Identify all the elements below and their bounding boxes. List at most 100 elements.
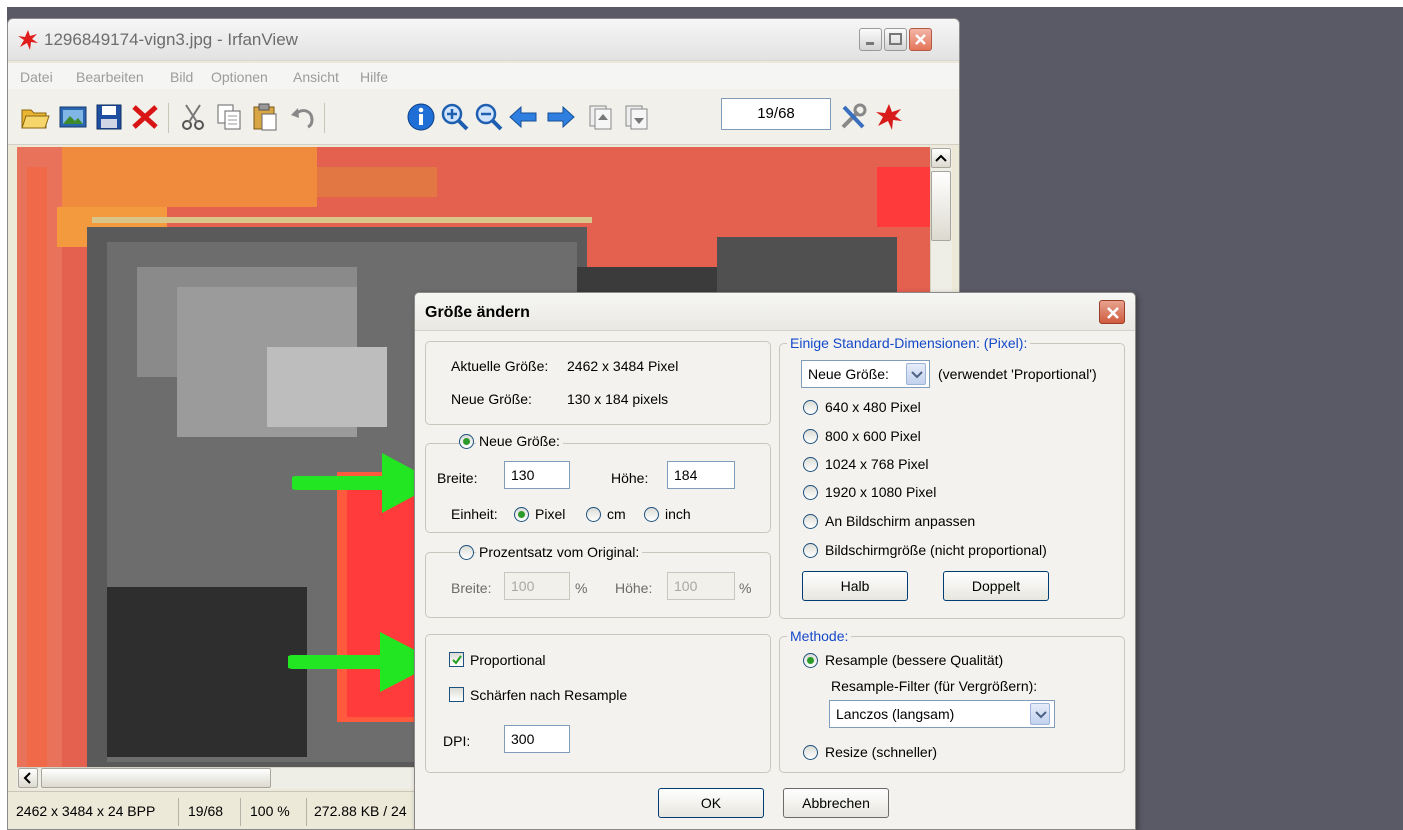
sharpen-checkbox[interactable]	[449, 687, 464, 702]
menu-hilfe[interactable]: Hilfe	[360, 69, 388, 85]
ok-button[interactable]: OK	[658, 788, 764, 818]
std-800-radio[interactable]	[803, 429, 818, 444]
menu-bar: Datei Bearbeiten Bild Optionen Ansicht H…	[8, 63, 959, 89]
resample-label: Resample (bessere Qualität)	[825, 652, 1004, 668]
current-size-label: Aktuelle Größe:	[451, 358, 549, 374]
standard-size-select-value: Neue Größe:	[808, 366, 889, 382]
status-dimensions: 2462 x 3484 x 24 BPP	[16, 803, 156, 819]
status-zoom: 100 %	[250, 803, 290, 819]
current-size-value: 2462 x 3484 Pixel	[567, 358, 679, 374]
dpi-input[interactable]: 300	[504, 725, 570, 753]
vertical-scroll-thumb[interactable]	[931, 171, 951, 241]
next-arrow-icon[interactable]	[546, 102, 576, 132]
std-1024-label: 1024 x 768 Pixel	[825, 456, 929, 472]
half-button[interactable]: Halb	[802, 571, 908, 601]
resample-filter-dropdown-button[interactable]	[1030, 703, 1050, 725]
save-icon[interactable]	[94, 102, 124, 132]
width-input[interactable]: 130	[504, 461, 570, 489]
proportional-label: Proportional	[470, 652, 546, 668]
status-divider	[306, 798, 307, 826]
new-size-radio[interactable]	[459, 434, 474, 449]
width-label: Breite:	[437, 470, 478, 486]
cancel-button[interactable]: Abbrechen	[783, 788, 889, 818]
maximize-icon	[889, 33, 902, 45]
minimize-icon	[866, 42, 874, 45]
screen-border-top	[0, 0, 1403, 7]
percent-height-sign: %	[739, 580, 752, 596]
current-size-group	[425, 341, 771, 425]
screen-border-left	[0, 0, 7, 830]
std-640-radio[interactable]	[803, 400, 818, 415]
standard-size-select[interactable]: Neue Größe:	[801, 360, 930, 388]
scroll-up-button[interactable]	[931, 148, 951, 168]
chevron-down-icon	[911, 371, 923, 379]
zoom-out-icon[interactable]	[474, 102, 504, 132]
maximize-button[interactable]	[884, 28, 907, 51]
unit-pixel-radio[interactable]	[514, 507, 529, 522]
menu-datei[interactable]: Datei	[20, 69, 53, 85]
scroll-left-button[interactable]	[18, 768, 38, 788]
info-icon[interactable]	[406, 102, 436, 132]
proportional-checkbox[interactable]	[449, 652, 464, 667]
cut-icon[interactable]	[178, 102, 208, 132]
dialog-close-button[interactable]	[1099, 300, 1125, 324]
new-size-radio-label: Neue Größe:	[476, 433, 563, 449]
method-legend: Methode:	[787, 628, 852, 644]
screen-size-radio[interactable]	[803, 543, 818, 558]
percent-width-input[interactable]: 100	[504, 572, 570, 600]
fit-screen-radio[interactable]	[803, 514, 818, 529]
percent-height-input[interactable]: 100	[667, 572, 735, 600]
unit-inch-radio[interactable]	[644, 507, 659, 522]
minimize-button[interactable]	[859, 28, 882, 51]
height-input[interactable]: 184	[667, 461, 735, 489]
std-800-label: 800 x 600 Pixel	[825, 428, 921, 444]
unit-pixel-label: Pixel	[535, 506, 566, 522]
percent-width-label: Breite:	[451, 580, 492, 596]
title-bar[interactable]: 1296849174-vign3.jpg - IrfanView	[8, 19, 959, 61]
resize-radio[interactable]	[803, 745, 818, 760]
toolbar-separator	[168, 103, 169, 133]
status-divider	[240, 798, 241, 826]
paste-icon[interactable]	[250, 102, 280, 132]
status-index: 19/68	[188, 803, 224, 819]
checkmark-icon	[452, 655, 462, 665]
horizontal-scroll-thumb[interactable]	[41, 768, 271, 788]
dialog-title-bar[interactable]: Größe ändern	[415, 293, 1135, 331]
irfanview-about-icon[interactable]	[874, 102, 904, 132]
menu-ansicht[interactable]: Ansicht	[293, 69, 339, 85]
thumbnails-icon[interactable]	[58, 102, 88, 132]
first-page-icon[interactable]	[586, 102, 616, 132]
copy-icon[interactable]	[214, 102, 244, 132]
std-1024-radio[interactable]	[803, 457, 818, 472]
zoom-in-icon[interactable]	[440, 102, 470, 132]
unit-cm-radio[interactable]	[586, 507, 601, 522]
percent-height-label: Höhe:	[615, 580, 653, 596]
toolbar: 19/68	[8, 89, 959, 145]
open-folder-icon[interactable]	[20, 102, 50, 132]
unit-cm-label: cm	[607, 506, 626, 522]
image-counter-field[interactable]: 19/68	[721, 98, 831, 130]
undo-icon[interactable]	[288, 102, 318, 132]
menu-optionen[interactable]: Optionen	[211, 69, 268, 85]
menu-bearbeiten[interactable]: Bearbeiten	[76, 69, 144, 85]
std-1920-label: 1920 x 1080 Pixel	[825, 484, 937, 500]
percent-radio[interactable]	[459, 545, 474, 560]
previous-arrow-icon[interactable]	[508, 102, 538, 132]
standard-size-dropdown-button[interactable]	[906, 363, 926, 385]
last-page-icon[interactable]	[622, 102, 652, 132]
dpi-label: DPI:	[443, 733, 471, 749]
percent-radio-label: Prozentsatz vom Original:	[476, 544, 643, 560]
settings-tools-icon[interactable]	[838, 102, 868, 132]
close-button[interactable]	[909, 28, 932, 51]
resample-filter-select[interactable]: Lanczos (langsam)	[829, 700, 1055, 728]
double-button[interactable]: Doppelt	[943, 571, 1049, 601]
height-label: Höhe:	[611, 470, 649, 486]
standard-dimensions-legend: Einige Standard-Dimensionen: (Pixel):	[787, 335, 1031, 351]
menu-bild[interactable]: Bild	[170, 69, 193, 85]
delete-icon[interactable]	[130, 102, 160, 132]
chevron-down-icon	[1035, 711, 1047, 719]
screen-size-label: Bildschirmgröße (nicht proportional)	[825, 542, 1047, 558]
std-1920-radio[interactable]	[803, 485, 818, 500]
sharpen-label: Schärfen nach Resample	[470, 687, 628, 703]
resample-radio[interactable]	[803, 653, 818, 668]
